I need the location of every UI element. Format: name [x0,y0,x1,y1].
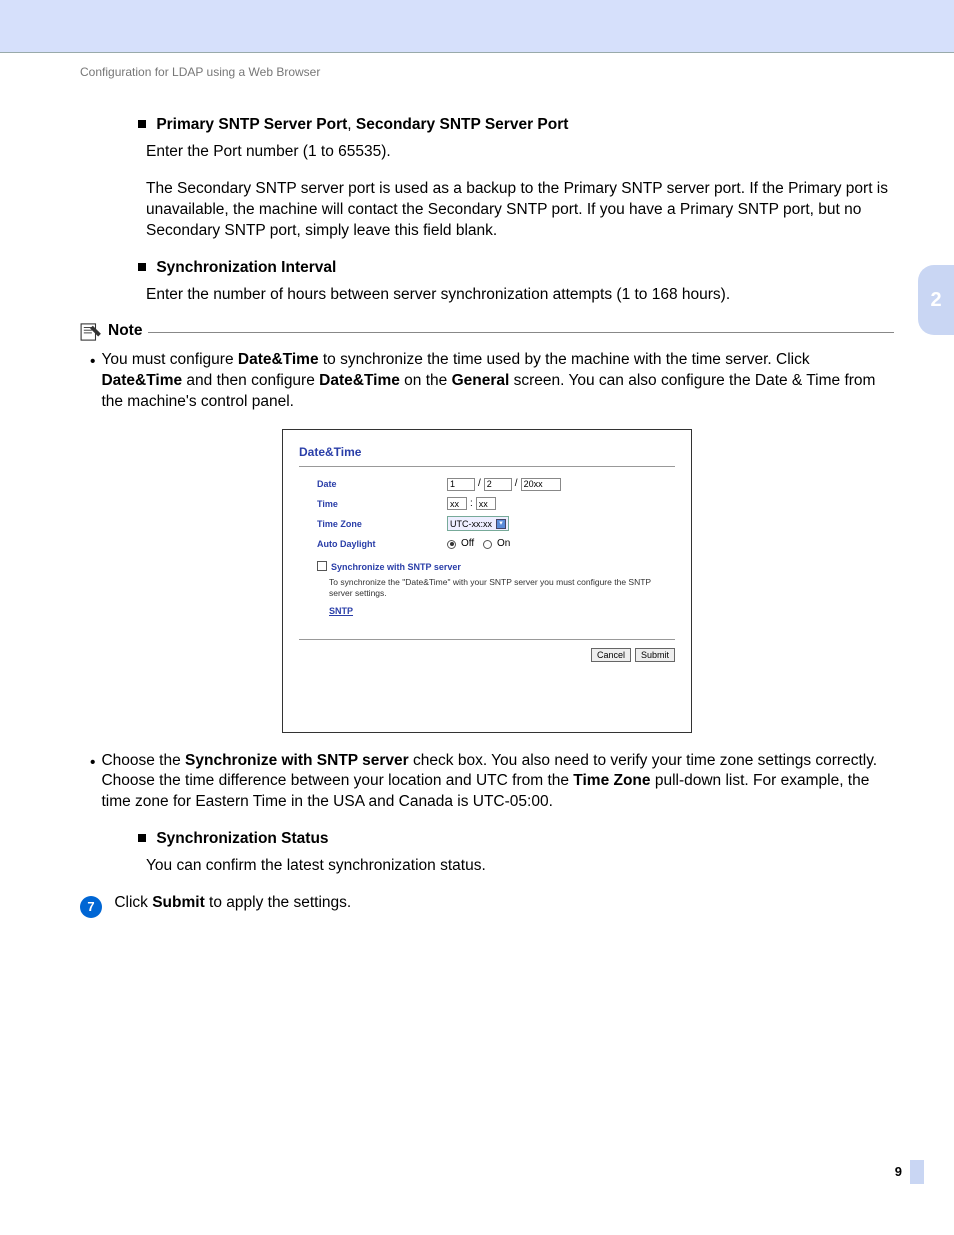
t: General [452,372,510,389]
time-fields: : [447,497,496,511]
t: to apply the settings. [205,894,351,911]
square-bullet-icon [138,263,146,271]
time-sep: : [470,497,473,511]
date-sep: / [478,477,481,491]
screenshot-container: Date&Time Date / / Time [80,429,894,732]
chapter-tab: 2 [918,265,954,335]
label-time: Time [317,498,447,510]
note-label: Note [108,321,142,342]
label-date: Date [317,478,447,490]
submit-button[interactable]: Submit [635,648,675,662]
date-time-dialog: Date&Time Date / / Time [282,429,692,732]
radio-on-label: On [497,537,510,551]
autodaylight-radios: Off On [447,537,510,551]
t: Synchronize with SNTP server [185,752,409,769]
row-time: Time : [317,497,675,511]
note-icon [80,323,102,341]
sntp-link[interactable]: SNTP [329,606,353,616]
heading-text: Synchronization Status [156,830,328,847]
radio-off[interactable] [447,540,456,549]
square-bullet-icon [138,834,146,842]
radio-on[interactable] [483,540,492,549]
row-autodaylight: Auto Daylight Off On [317,537,675,551]
date-year-input[interactable] [521,478,561,491]
sntp-port-p1: Enter the Port number (1 to 65535). [146,142,894,163]
t: Date&Time [319,372,400,389]
note-bullet-2-text: Choose the Synchronize with SNTP server … [101,751,894,814]
sntp-port-p2: The Secondary SNTP server port is used a… [146,179,894,242]
content: Primary SNTP Server Port, Secondary SNTP… [80,115,894,1198]
t: to synchronize the time used by the mach… [319,351,810,368]
cancel-button[interactable]: Cancel [591,648,631,662]
page-body: 2 Configuration for LDAP using a Web Bro… [0,65,954,1198]
dialog-footer-rule [299,639,675,640]
note-bullet-1: • You must configure Date&Time to synchr… [90,350,894,413]
time-hour-input[interactable] [447,497,467,510]
square-bullet-icon [138,120,146,128]
t: You must configure [101,351,237,368]
date-sep: / [515,477,518,491]
row-date: Date / / [317,477,675,491]
label-timezone: Time Zone [317,518,447,530]
radio-off-label: Off [461,537,474,551]
sync-checkbox[interactable] [317,561,327,571]
page-marker [910,1160,924,1184]
step-7-text: Click Submit to apply the settings. [114,894,351,911]
note-header: Note [80,321,894,342]
sync-checkbox-row: Synchronize with SNTP server [317,561,675,573]
t: Time Zone [573,772,650,789]
label-autodaylight: Auto Daylight [317,538,447,550]
step-number-badge: 7 [80,896,102,918]
t: on the [400,372,452,389]
dialog-buttons: Cancel Submit [299,648,675,662]
heading-sync-status: Synchronization Status [138,829,894,850]
breadcrumb: Configuration for LDAP using a Web Brows… [80,65,894,79]
note-bullet-2: • Choose the Synchronize with SNTP serve… [90,751,894,814]
heading-text-b: Secondary SNTP Server Port [356,116,569,133]
header-rule [0,52,954,53]
page-number-box: 9 [895,1160,924,1184]
bullet-dot-icon: • [90,350,95,413]
sync-status-p1: You can confirm the latest synchronizati… [146,856,894,877]
heading-text-a: Primary SNTP Server Port [156,116,347,133]
date-day-input[interactable] [484,478,512,491]
dialog-rule [299,466,675,467]
note-bullet-1-text: You must configure Date&Time to synchron… [101,350,894,413]
heading-sntp-port: Primary SNTP Server Port, Secondary SNTP… [138,115,894,136]
bullet-dot-icon: • [90,751,95,814]
timezone-select[interactable]: UTC-xx:xx ▾ [447,516,509,531]
heading-sep: , [347,116,356,133]
note-rule [148,332,894,333]
t: Submit [152,894,205,911]
t: Date&Time [101,372,182,389]
t: Click [114,894,152,911]
chevron-down-icon: ▾ [496,519,506,529]
t: and then configure [182,372,319,389]
time-min-input[interactable] [476,497,496,510]
footer-spacer [80,918,894,1198]
heading-text: Synchronization Interval [156,259,336,276]
step-7: 7 Click Submit to apply the settings. [80,893,894,918]
header-band [0,0,954,52]
sync-interval-p1: Enter the number of hours between server… [146,285,894,306]
date-month-input[interactable] [447,478,475,491]
dialog-title: Date&Time [299,444,675,460]
page-number: 9 [895,1164,902,1179]
timezone-value: UTC-xx:xx [450,518,492,530]
heading-sync-interval: Synchronization Interval [138,258,894,279]
date-fields: / / [447,477,561,491]
chapter-number: 2 [930,289,941,312]
row-timezone: Time Zone UTC-xx:xx ▾ [317,516,675,531]
sync-checkbox-label: Synchronize with SNTP server [331,562,461,572]
t: Choose the [101,752,185,769]
t: Date&Time [238,351,319,368]
sync-note: To synchronize the "Date&Time" with your… [329,577,675,599]
